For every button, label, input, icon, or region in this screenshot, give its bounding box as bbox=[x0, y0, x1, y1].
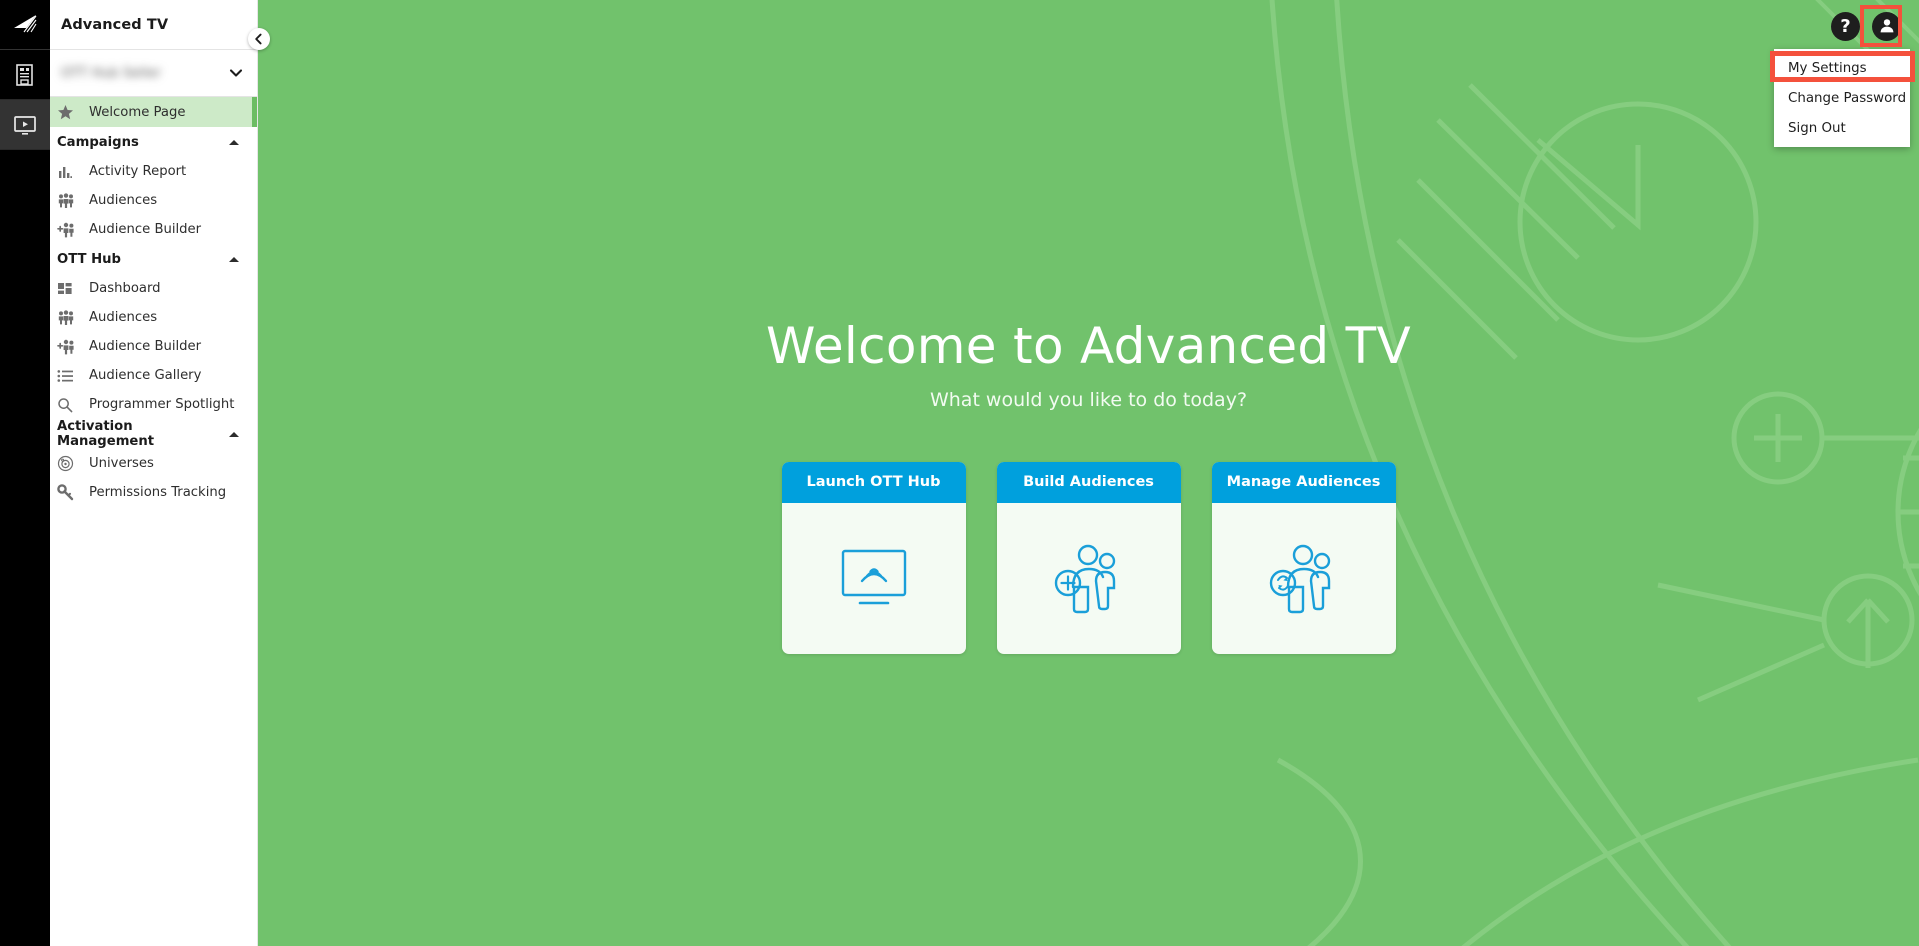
page-subtitle: What would you like to do today? bbox=[929, 388, 1248, 411]
tv-cast-icon bbox=[782, 503, 966, 654]
sidebar-group-label: OTT Hub bbox=[57, 251, 121, 267]
sidebar-nav: Welcome Page Campaigns Activity Report A… bbox=[50, 97, 257, 946]
sidebar-item-programmer-spotlight[interactable]: Programmer Spotlight bbox=[50, 390, 257, 419]
sidebar-group-ott-hub[interactable]: OTT Hub bbox=[50, 244, 257, 274]
sidebar-item-label: Programmer Spotlight bbox=[89, 397, 235, 412]
caret-up-icon bbox=[229, 256, 239, 262]
sidebar-item-permissions-tracking[interactable]: Permissions Tracking bbox=[50, 478, 257, 507]
header-actions: ? bbox=[1831, 0, 1919, 52]
profile-dropdown-menu: My Settings Change Password Sign Out bbox=[1774, 49, 1910, 147]
card-launch-ott-hub[interactable]: Launch OTT Hub bbox=[781, 462, 966, 654]
sidebar-item-label: Audiences bbox=[89, 193, 158, 208]
sidebar-item-label: Permissions Tracking bbox=[89, 485, 227, 500]
sidebar-title: Advanced TV bbox=[50, 0, 257, 50]
key-icon bbox=[57, 484, 82, 501]
sidebar-group-campaigns[interactable]: Campaigns bbox=[50, 127, 257, 157]
sidebar-collapse-button[interactable] bbox=[248, 28, 270, 50]
icon-rail bbox=[0, 0, 50, 946]
sidebar-item-label: Audience Builder bbox=[89, 339, 202, 354]
sidebar-item-campaigns-audience-builder[interactable]: Audience Builder bbox=[50, 215, 257, 244]
chevron-left-icon bbox=[253, 30, 265, 49]
bar-chart-icon bbox=[57, 164, 82, 180]
sync-audience-icon bbox=[1212, 503, 1396, 654]
app-logo-icon[interactable] bbox=[0, 0, 50, 50]
sidebar-item-universes[interactable]: Universes bbox=[50, 449, 257, 478]
account-selector[interactable]: OTT Hub Seller bbox=[50, 50, 257, 97]
user-avatar-icon[interactable] bbox=[1872, 11, 1901, 41]
sidebar-item-campaigns-audiences[interactable]: Audiences bbox=[50, 186, 257, 215]
people-icon bbox=[57, 309, 82, 326]
target-orbit-icon bbox=[57, 455, 82, 472]
card-build-audiences[interactable]: Build Audiences bbox=[996, 462, 1181, 654]
add-people-icon bbox=[57, 339, 82, 355]
list-icon bbox=[57, 369, 82, 383]
chevron-down-icon bbox=[228, 65, 244, 81]
add-people-icon bbox=[57, 222, 82, 238]
sidebar-item-ott-audiences[interactable]: Audiences bbox=[50, 303, 257, 332]
sidebar-item-dashboard[interactable]: Dashboard bbox=[50, 274, 257, 303]
caret-up-icon bbox=[229, 139, 239, 145]
sidebar-item-audience-gallery[interactable]: Audience Gallery bbox=[50, 361, 257, 390]
sidebar-item-label: Activity Report bbox=[89, 164, 187, 179]
search-icon bbox=[57, 397, 82, 413]
star-icon bbox=[57, 104, 82, 121]
sidebar: Advanced TV OTT Hub Seller Welcome Page bbox=[50, 0, 258, 946]
welcome-block: Welcome to Advanced TV What would you li… bbox=[258, 320, 1919, 411]
page-title: Welcome to Advanced TV bbox=[766, 317, 1411, 375]
main-content: ? My Settings Change Password Sign Out W… bbox=[258, 0, 1919, 946]
dashboard-grid-icon bbox=[57, 281, 82, 297]
sidebar-item-label: Dashboard bbox=[89, 281, 161, 296]
card-title: Manage Audiences bbox=[1211, 462, 1396, 503]
menu-item-my-settings[interactable]: My Settings bbox=[1774, 53, 1910, 83]
sidebar-item-label: Audience Builder bbox=[89, 222, 202, 237]
menu-item-sign-out[interactable]: Sign Out bbox=[1774, 113, 1910, 143]
sidebar-item-label: Welcome Page bbox=[89, 104, 186, 120]
people-icon bbox=[57, 192, 82, 209]
app-root: Advanced TV OTT Hub Seller Welcome Page bbox=[0, 0, 1919, 946]
sidebar-item-label: Audience Gallery bbox=[89, 368, 202, 383]
sidebar-item-label: Audiences bbox=[89, 310, 158, 325]
reports-icon[interactable] bbox=[0, 50, 50, 100]
sidebar-item-welcome-page[interactable]: Welcome Page bbox=[50, 97, 257, 127]
sidebar-item-activity-report[interactable]: Activity Report bbox=[50, 157, 257, 186]
sidebar-item-ott-audience-builder[interactable]: Audience Builder bbox=[50, 332, 257, 361]
advanced-tv-icon[interactable] bbox=[0, 100, 50, 150]
sidebar-group-label: Activation Management bbox=[57, 419, 155, 449]
caret-up-icon bbox=[229, 431, 239, 437]
menu-item-change-password[interactable]: Change Password bbox=[1774, 83, 1910, 113]
sidebar-item-label: Universes bbox=[89, 456, 154, 471]
sidebar-group-activation-management[interactable]: Activation Management bbox=[50, 419, 257, 449]
account-name: OTT Hub Seller bbox=[61, 65, 162, 81]
card-title: Build Audiences bbox=[996, 462, 1181, 503]
card-manage-audiences[interactable]: Manage Audiences bbox=[1211, 462, 1396, 654]
help-icon[interactable]: ? bbox=[1831, 11, 1860, 41]
card-title: Launch OTT Hub bbox=[781, 462, 966, 503]
sidebar-group-label: Campaigns bbox=[57, 134, 139, 150]
action-cards: Launch OTT Hub Build Audiences Manage Au… bbox=[258, 462, 1919, 654]
add-audience-icon bbox=[997, 503, 1181, 654]
